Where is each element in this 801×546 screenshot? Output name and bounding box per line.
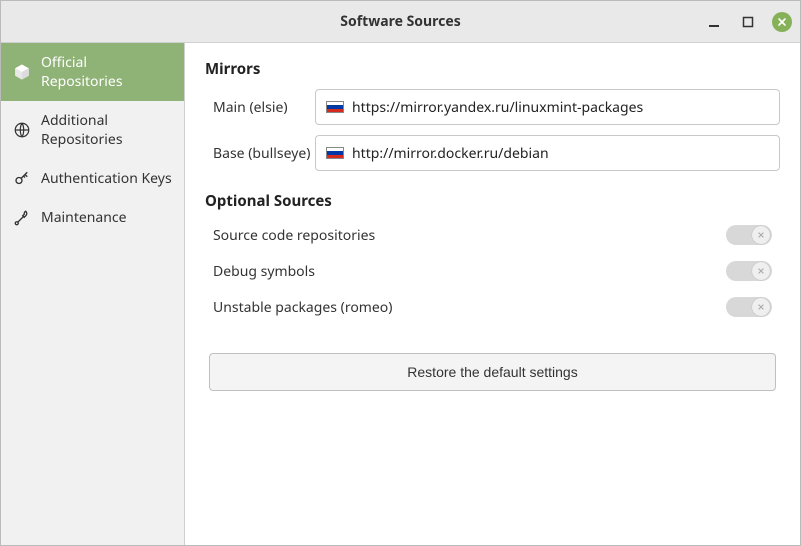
mirror-row-main: Main (elsie) https://mirror.yandex.ru/li… <box>205 89 780 125</box>
optional-sources-section: Optional Sources Source code repositorie… <box>205 191 780 329</box>
toggle-off-icon <box>757 303 765 311</box>
option-source-label: Source code repositories <box>213 226 375 245</box>
globe-icon <box>13 121 31 139</box>
flag-ru-icon <box>326 147 344 159</box>
toggle-off-icon <box>757 231 765 239</box>
flag-ru-icon <box>326 101 344 113</box>
toggle-off-icon <box>757 267 765 275</box>
package-icon <box>13 63 31 81</box>
toggle-knob <box>752 298 770 316</box>
close-button[interactable] <box>772 12 792 32</box>
sidebar-item-official-repositories[interactable]: Official Repositories <box>1 43 184 101</box>
option-debug-label: Debug symbols <box>213 262 315 281</box>
mirror-base-field[interactable]: http://mirror.docker.ru/debian <box>315 135 780 171</box>
toggle-knob <box>752 262 770 280</box>
restore-section: Restore the default settings <box>205 353 780 391</box>
mirror-row-base: Base (bullseye) http://mirror.docker.ru/… <box>205 135 780 171</box>
toggle-unstable-packages[interactable] <box>726 297 772 317</box>
sidebar-item-maintenance[interactable]: Maintenance <box>1 198 184 237</box>
toggle-source-code[interactable] <box>726 225 772 245</box>
toggle-debug-symbols[interactable] <box>726 261 772 281</box>
minimize-icon <box>708 16 720 28</box>
window-body: Official Repositories Additional Reposit… <box>1 43 800 545</box>
minimize-button[interactable] <box>704 12 724 32</box>
app-window: Software Sources Official Repositories <box>0 0 801 546</box>
sidebar-item-label: Official Repositories <box>41 53 172 91</box>
tools-icon <box>13 209 31 227</box>
option-unstable-label: Unstable packages (romeo) <box>213 298 392 317</box>
sidebar-item-label: Additional Repositories <box>41 111 172 149</box>
sidebar-item-label: Authentication Keys <box>41 169 172 188</box>
maximize-button[interactable] <box>738 12 758 32</box>
window-title: Software Sources <box>340 12 460 31</box>
mirror-base-label: Base (bullseye) <box>205 144 315 163</box>
toggle-knob <box>752 226 770 244</box>
key-icon <box>13 170 31 188</box>
mirrors-heading: Mirrors <box>205 59 780 79</box>
mirror-main-label: Main (elsie) <box>205 98 315 117</box>
maximize-icon <box>742 16 754 28</box>
optional-heading: Optional Sources <box>205 191 780 211</box>
sidebar: Official Repositories Additional Reposit… <box>1 43 185 545</box>
option-row-source-code: Source code repositories <box>205 221 780 257</box>
mirror-main-url: https://mirror.yandex.ru/linuxmint-packa… <box>352 98 643 117</box>
close-icon <box>777 17 787 27</box>
content-panel: Mirrors Main (elsie) https://mirror.yand… <box>185 43 800 545</box>
option-row-debug: Debug symbols <box>205 257 780 293</box>
sidebar-item-label: Maintenance <box>41 208 127 227</box>
sidebar-item-additional-repositories[interactable]: Additional Repositories <box>1 101 184 159</box>
mirror-main-field[interactable]: https://mirror.yandex.ru/linuxmint-packa… <box>315 89 780 125</box>
restore-defaults-button[interactable]: Restore the default settings <box>209 353 776 391</box>
titlebar: Software Sources <box>1 1 800 43</box>
option-row-unstable: Unstable packages (romeo) <box>205 293 780 329</box>
mirror-base-url: http://mirror.docker.ru/debian <box>352 144 549 163</box>
window-controls <box>704 1 792 42</box>
sidebar-item-authentication-keys[interactable]: Authentication Keys <box>1 159 184 198</box>
